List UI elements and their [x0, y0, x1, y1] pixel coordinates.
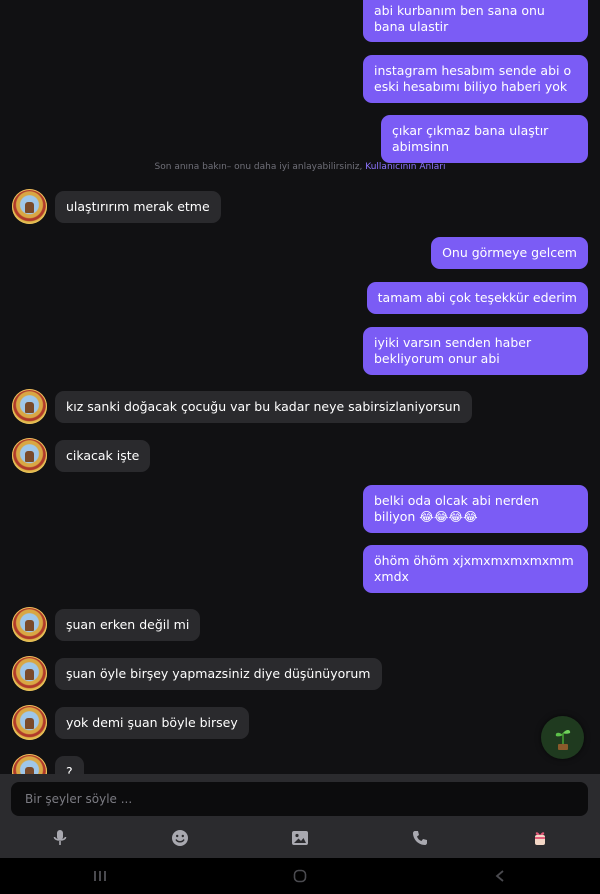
home-icon: [293, 869, 307, 883]
gift-button[interactable]: [520, 822, 560, 854]
microphone-button[interactable]: [40, 822, 80, 854]
contact-avatar[interactable]: [12, 656, 47, 691]
incoming-message[interactable]: yok demi şuan böyle birsey: [55, 707, 249, 739]
call-button[interactable]: [400, 822, 440, 854]
plant-gift-button[interactable]: [541, 716, 584, 759]
contact-avatar[interactable]: [12, 389, 47, 424]
contact-avatar[interactable]: [12, 705, 47, 740]
system-notice-text: Son anına bakın– onu daha iyi anlayabili…: [154, 162, 363, 172]
recents-button[interactable]: [70, 858, 130, 894]
outgoing-message[interactable]: tamam abi çok teşekkür ederim: [366, 282, 588, 314]
incoming-message[interactable]: şuan öyle birşey yapmazsiniz diye düşünü…: [55, 658, 382, 690]
contact-avatar[interactable]: [12, 438, 47, 473]
contact-avatar[interactable]: [12, 754, 47, 774]
home-button[interactable]: [270, 858, 330, 894]
incoming-message[interactable]: ulaştırırım merak etme: [55, 191, 221, 223]
recents-icon: [94, 871, 106, 881]
chat-thread: abi kurbanım ben sana onu bana ulastir i…: [0, 0, 600, 774]
outgoing-message[interactable]: çıkar çıkmaz bana ulaştır abimsinn: [381, 115, 588, 163]
moments-link[interactable]: Kullanıcının Anları: [365, 162, 445, 172]
microphone-icon: [53, 830, 67, 845]
emoji-button[interactable]: [160, 822, 200, 854]
outgoing-message[interactable]: belki oda olcak abi nerden biliyon 😂😂😂😂: [363, 485, 588, 533]
image-button[interactable]: [280, 822, 320, 854]
incoming-message[interactable]: cikacak işte: [55, 440, 151, 472]
back-button[interactable]: [470, 858, 530, 894]
phone-icon: [413, 831, 427, 845]
outgoing-message[interactable]: iyiki varsın senden haber bekliyorum onu…: [363, 327, 588, 375]
message-input-placeholder: Bir şeyler söyle ...: [25, 792, 133, 806]
incoming-message[interactable]: ?: [55, 756, 84, 774]
image-icon: [292, 831, 308, 845]
back-icon: [495, 870, 504, 882]
emoji-icon: [172, 830, 188, 846]
contact-avatar[interactable]: [12, 607, 47, 642]
outgoing-message[interactable]: instagram hesabım sende abi o eski hesab…: [363, 55, 588, 103]
composer-toolbar: [0, 822, 600, 854]
message-input[interactable]: Bir şeyler söyle ...: [11, 782, 588, 816]
gift-icon: [535, 832, 545, 845]
outgoing-message[interactable]: öhöm öhöm xjxmxmxmxmxmmxmdx: [363, 545, 588, 593]
contact-avatar[interactable]: [12, 189, 47, 224]
plant-icon: [555, 729, 570, 750]
outgoing-message[interactable]: Onu görmeye gelcem: [431, 237, 588, 269]
system-notice: Son anına bakın– onu daha iyi anlayabili…: [0, 162, 600, 172]
incoming-message[interactable]: şuan erken değil mi: [55, 609, 201, 641]
system-navigation-bar: [0, 858, 600, 894]
outgoing-message[interactable]: abi kurbanım ben sana onu bana ulastir: [363, 0, 588, 42]
incoming-message[interactable]: kız sanki doğacak çocuğu var bu kadar ne…: [55, 391, 472, 423]
